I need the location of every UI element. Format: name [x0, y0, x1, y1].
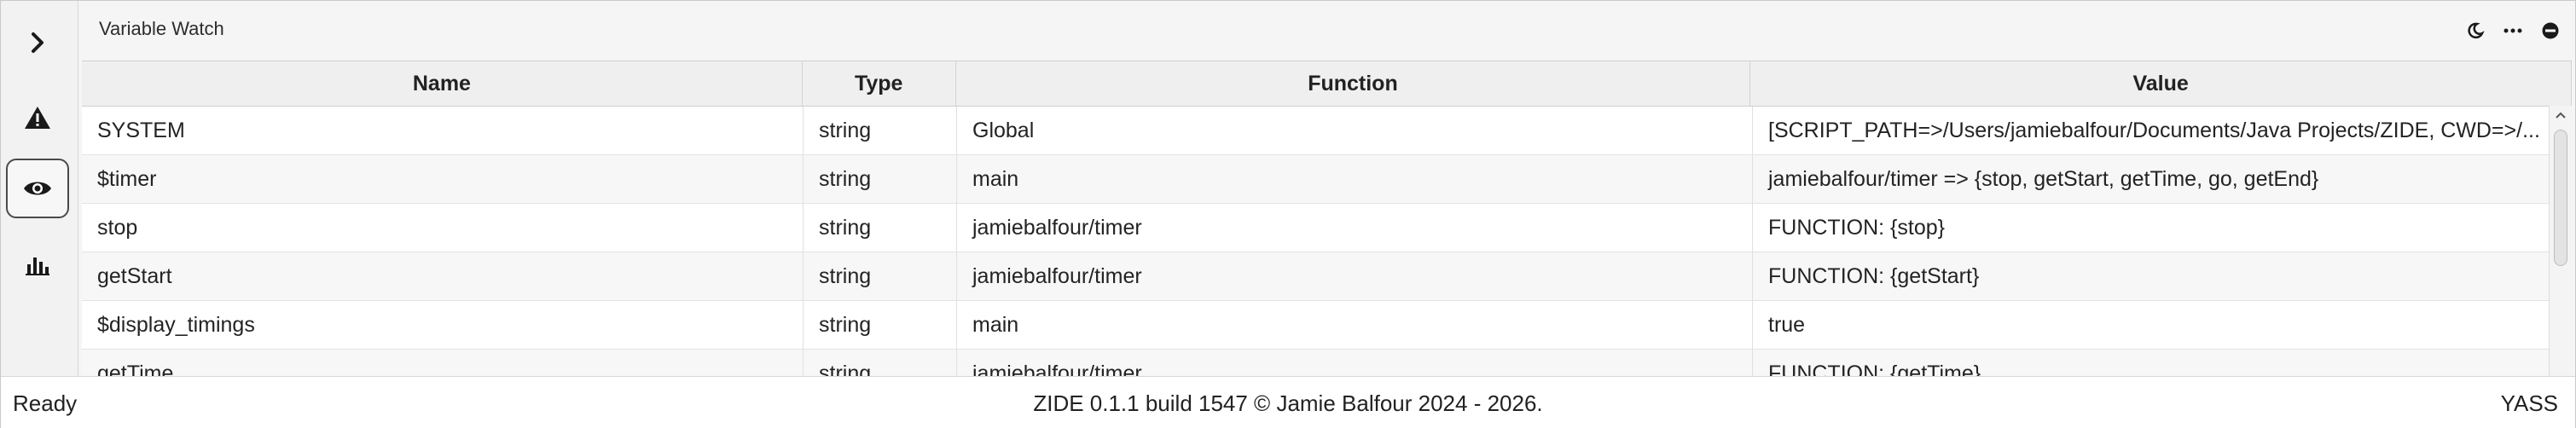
- warning-icon: [24, 105, 51, 130]
- cell-function: jamiebalfour/timer: [957, 204, 1753, 252]
- cell-type: string: [804, 252, 957, 300]
- column-header-type[interactable]: Type: [803, 61, 956, 106]
- variable-watch-button[interactable]: [6, 159, 69, 218]
- table-row[interactable]: $timer string main jamiebalfour/timer =>…: [82, 155, 2572, 204]
- moon-icon[interactable]: [2464, 18, 2486, 43]
- status-text: Ready: [13, 390, 78, 416]
- bar-chart-icon: [25, 252, 50, 276]
- cell-value: FUNCTION: {getTime}: [1753, 350, 2553, 377]
- cell-value: [SCRIPT_PATH=>/Users/jamiebalfour/Docume…: [1753, 107, 2553, 154]
- status-version-text: ZIDE 0.1.1 build 1547 © Jamie Balfour 20…: [1033, 390, 1543, 416]
- more-icon[interactable]: [2502, 18, 2524, 43]
- panel-title: Variable Watch: [99, 18, 224, 39]
- cell-value: jamiebalfour/timer => {stop, getStart, g…: [1753, 155, 2553, 203]
- scroll-up-arrow-icon[interactable]: [2554, 109, 2567, 121]
- cell-type: string: [804, 301, 957, 349]
- scrollbar-thumb[interactable]: [2554, 130, 2567, 266]
- cell-name: getTime: [82, 350, 804, 377]
- cell-value: FUNCTION: {getStart}: [1753, 252, 2553, 300]
- panel-actions: [2464, 18, 2561, 43]
- table-body: SYSTEM string Global [SCRIPT_PATH=>/User…: [82, 107, 2572, 377]
- cell-name: $timer: [82, 155, 804, 203]
- cell-type: string: [804, 107, 957, 154]
- cell-name: getStart: [82, 252, 804, 300]
- eye-icon: [23, 179, 52, 198]
- cell-function: main: [957, 155, 1753, 203]
- cell-name: SYSTEM: [82, 107, 804, 154]
- cell-function: main: [957, 301, 1753, 349]
- column-header-function[interactable]: Function: [956, 61, 1751, 106]
- cell-name: $display_timings: [82, 301, 804, 349]
- expand-sidebar-button[interactable]: [6, 13, 69, 72]
- statistics-button[interactable]: [6, 234, 69, 294]
- variable-table: Name Type Function Value SYSTEM string G…: [82, 61, 2572, 377]
- app-window: Variable Watch Name Type Function Value: [0, 0, 2576, 428]
- cell-type: string: [804, 155, 957, 203]
- table-row[interactable]: $display_timings string main true: [82, 301, 2572, 350]
- cell-function: Global: [957, 107, 1753, 154]
- table-row[interactable]: getTime string jamiebalfour/timer FUNCTI…: [82, 350, 2572, 377]
- cell-value: FUNCTION: {stop}: [1753, 204, 2553, 252]
- stop-icon[interactable]: [2539, 18, 2561, 43]
- table-row[interactable]: getStart string jamiebalfour/timer FUNCT…: [82, 252, 2572, 301]
- table-row[interactable]: stop string jamiebalfour/timer FUNCTION:…: [82, 204, 2572, 252]
- status-language[interactable]: YASS: [2501, 390, 2558, 417]
- table-row[interactable]: SYSTEM string Global [SCRIPT_PATH=>/User…: [82, 107, 2572, 155]
- column-header-value[interactable]: Value: [1750, 61, 2572, 106]
- table-header: Name Type Function Value: [82, 61, 2572, 107]
- panel-header: Variable Watch: [80, 1, 2575, 61]
- cell-type: string: [804, 350, 957, 377]
- variable-watch-panel: Variable Watch Name Type Function Value: [80, 1, 2575, 377]
- column-header-name[interactable]: Name: [82, 61, 803, 106]
- cell-name: stop: [82, 204, 804, 252]
- problems-button[interactable]: [6, 88, 69, 147]
- cell-value: true: [1753, 301, 2553, 349]
- vertical-scrollbar[interactable]: [2549, 106, 2572, 377]
- activity-bar: [1, 1, 78, 376]
- cell-function: jamiebalfour/timer: [957, 252, 1753, 300]
- cell-type: string: [804, 204, 957, 252]
- status-bar: ZIDE 0.1.1 build 1547 © Jamie Balfour 20…: [1, 376, 2575, 428]
- chevron-right-icon: [30, 32, 45, 54]
- cell-function: jamiebalfour/timer: [957, 350, 1753, 377]
